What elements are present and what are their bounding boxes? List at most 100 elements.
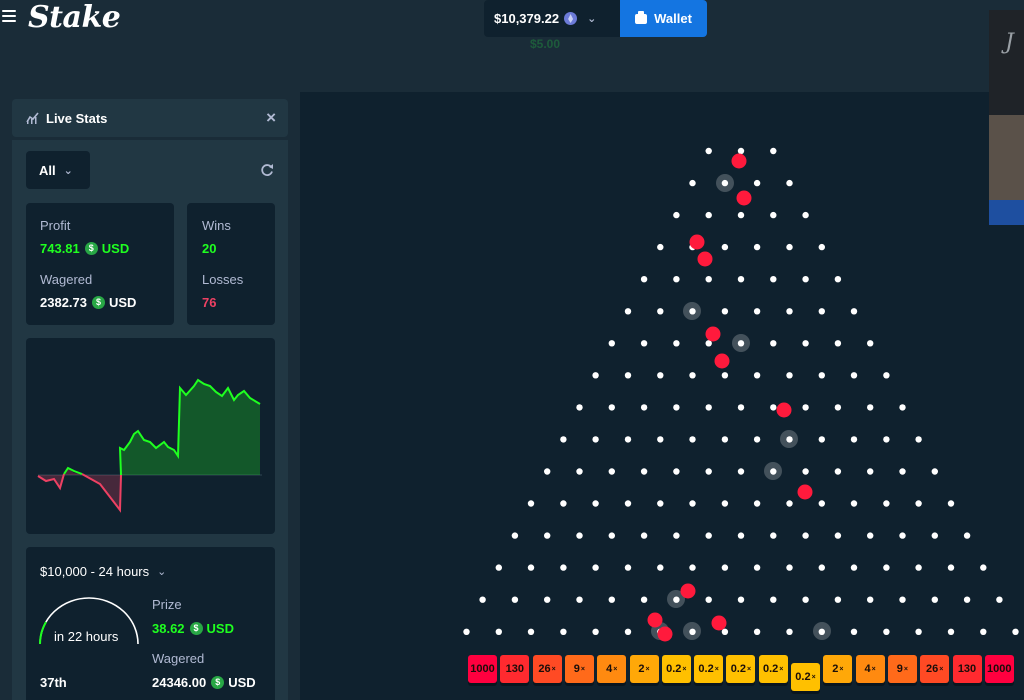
multiplier-label: 4 — [606, 663, 613, 675]
plinko-peg — [544, 596, 551, 603]
plinko-peg — [915, 628, 922, 635]
plinko-peg — [818, 564, 825, 571]
plinko-peg — [640, 340, 648, 347]
peg-hit-glow — [732, 334, 750, 352]
plinko-peg — [753, 308, 761, 315]
plinko-peg — [834, 468, 842, 475]
multiplier-label: 26 — [538, 663, 551, 675]
multiplier-box: 0.2 × — [791, 663, 820, 691]
plinko-peg — [544, 532, 551, 539]
plinko-peg — [511, 596, 519, 603]
plinko-peg — [608, 468, 615, 475]
plinko-pegs — [463, 147, 1019, 642]
plinko-peg — [834, 404, 842, 411]
multiplier-box: 4 × — [855, 655, 885, 683]
plinko-peg — [753, 243, 761, 251]
plinko-peg — [657, 243, 664, 251]
plinko-peg — [850, 308, 858, 315]
plinko-peg — [560, 500, 567, 507]
multiplier-label: 130 — [505, 663, 524, 675]
plinko-peg — [786, 243, 793, 251]
webcam-overlay: J — [989, 10, 1024, 225]
plinko-peg — [737, 532, 745, 539]
plinko-peg — [673, 532, 680, 539]
plinko-peg — [689, 372, 696, 379]
multiplier-label: 0.2 — [666, 663, 682, 675]
plinko-peg — [770, 404, 777, 411]
plinko-peg — [947, 628, 955, 635]
multiplier-box: 9 × — [564, 655, 594, 683]
plinko-peg — [802, 276, 809, 283]
multiplier-box: 9 × — [887, 655, 917, 683]
plinko-peg — [850, 628, 858, 635]
plinko-peg — [673, 468, 680, 475]
plinko-peg — [980, 628, 987, 635]
plinko-peg — [640, 532, 648, 539]
plinko-peg — [899, 596, 906, 603]
plinko-peg — [576, 468, 583, 475]
plinko-peg — [802, 532, 809, 539]
plinko-peg — [818, 500, 825, 507]
plinko-peg — [850, 500, 858, 507]
plinko-peg — [834, 532, 842, 539]
plinko-peg — [624, 436, 632, 443]
plinko-peg — [624, 372, 632, 379]
plinko-peg — [802, 468, 809, 475]
plinko-peg — [592, 372, 599, 379]
plinko-peg — [592, 564, 599, 571]
peg-hit-glow — [716, 174, 734, 192]
plinko-peg — [576, 404, 583, 411]
plinko-peg — [883, 500, 890, 507]
plinko-peg — [737, 211, 745, 219]
plinko-peg — [640, 596, 648, 603]
plinko-peg — [673, 276, 680, 283]
plinko-peg — [883, 628, 890, 635]
plinko-peg — [495, 564, 502, 571]
plinko-peg — [560, 436, 567, 443]
plinko-peg — [737, 596, 745, 603]
multiplier-label: 9 — [573, 663, 580, 675]
plinko-peg — [479, 596, 486, 603]
plinko-peg — [786, 564, 793, 571]
multiplier-label: 130 — [957, 663, 977, 675]
plinko-peg — [624, 564, 632, 571]
plinko-peg — [673, 404, 680, 411]
plinko-peg — [495, 628, 502, 635]
plinko-peg — [705, 276, 712, 283]
plinko-peg — [721, 372, 729, 379]
plinko-peg — [657, 564, 664, 571]
plinko-ball — [714, 353, 730, 369]
plinko-peg — [705, 468, 712, 475]
plinko-peg — [850, 372, 858, 379]
peg-hit-glow — [813, 622, 831, 640]
plinko-peg — [915, 564, 922, 571]
multiplier-label: 26 — [926, 663, 939, 675]
plinko-peg — [737, 468, 745, 475]
plinko-peg — [883, 436, 890, 443]
plinko-peg — [802, 404, 809, 411]
plinko-peg — [818, 308, 825, 315]
plinko-peg — [818, 243, 825, 251]
plinko-peg — [657, 308, 664, 315]
plinko-peg — [834, 276, 842, 283]
plinko-peg — [802, 211, 809, 219]
plinko-peg — [834, 596, 842, 603]
peg-hit-glow — [683, 302, 701, 320]
plinko-peg — [883, 564, 890, 571]
plinko-peg — [511, 532, 519, 539]
plinko-peg — [786, 500, 793, 507]
plinko-ball — [731, 153, 747, 169]
plinko-ball — [705, 326, 721, 342]
plinko-ball — [647, 612, 663, 628]
plinko-peg — [931, 596, 938, 603]
plinko-peg — [673, 340, 680, 347]
plinko-peg — [753, 500, 761, 507]
plinko-peg — [931, 468, 938, 475]
plinko-peg — [721, 243, 729, 251]
plinko-peg — [850, 436, 858, 443]
multiplier-label: 2 — [832, 663, 839, 675]
peg-hit-glow — [764, 462, 782, 480]
plinko-peg — [899, 532, 906, 539]
plinko-peg — [640, 276, 648, 283]
plinko-ball — [776, 402, 792, 418]
